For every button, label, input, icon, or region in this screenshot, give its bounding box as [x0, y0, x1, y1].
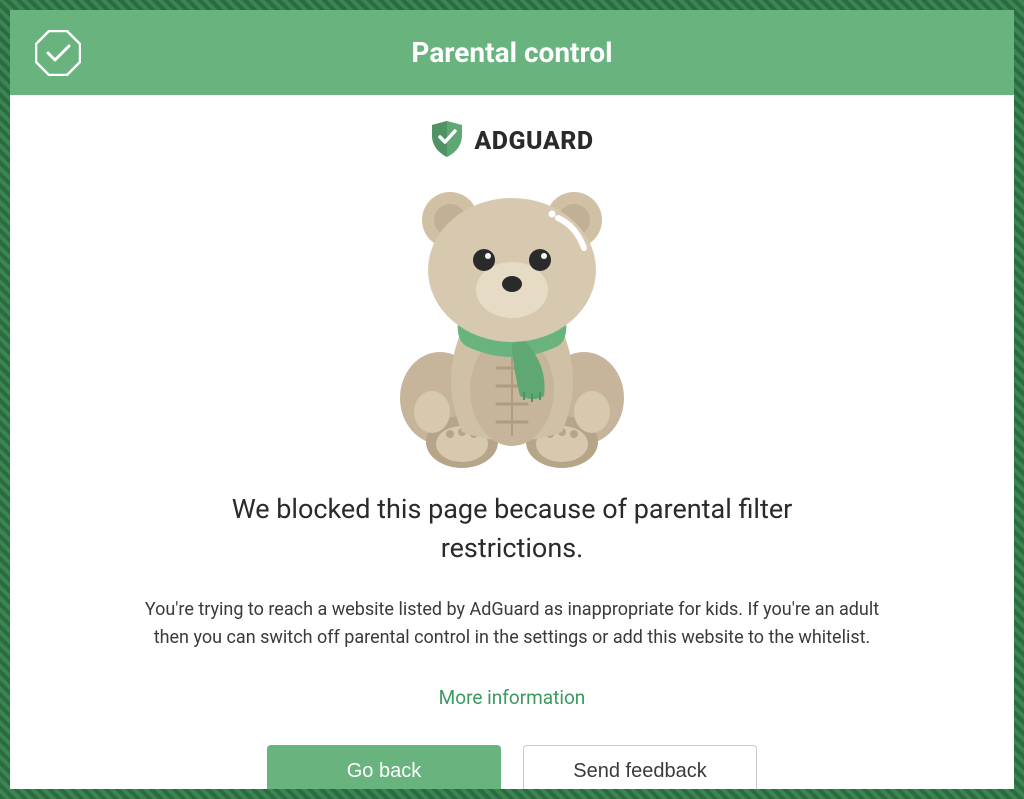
content-area: ADGUARD [10, 95, 1014, 789]
header-title: Parental control [10, 36, 1014, 69]
check-octagon-icon [35, 30, 81, 76]
button-row: Go back Send feedback [267, 745, 757, 789]
main-panel: Parental control ADGUARD [10, 10, 1014, 789]
block-subtext: You're trying to reach a website listed … [130, 596, 894, 652]
header-bar: Parental control [10, 10, 1014, 95]
send-feedback-button[interactable]: Send feedback [523, 745, 757, 789]
app-logo: ADGUARD [430, 120, 593, 162]
block-headline: We blocked this page because of parental… [172, 490, 852, 568]
bear-illustration [362, 180, 662, 470]
logo-text: ADGUARD [474, 127, 593, 156]
shield-check-icon [430, 120, 464, 162]
more-information-link[interactable]: More information [439, 686, 586, 709]
go-back-button[interactable]: Go back [267, 745, 501, 789]
